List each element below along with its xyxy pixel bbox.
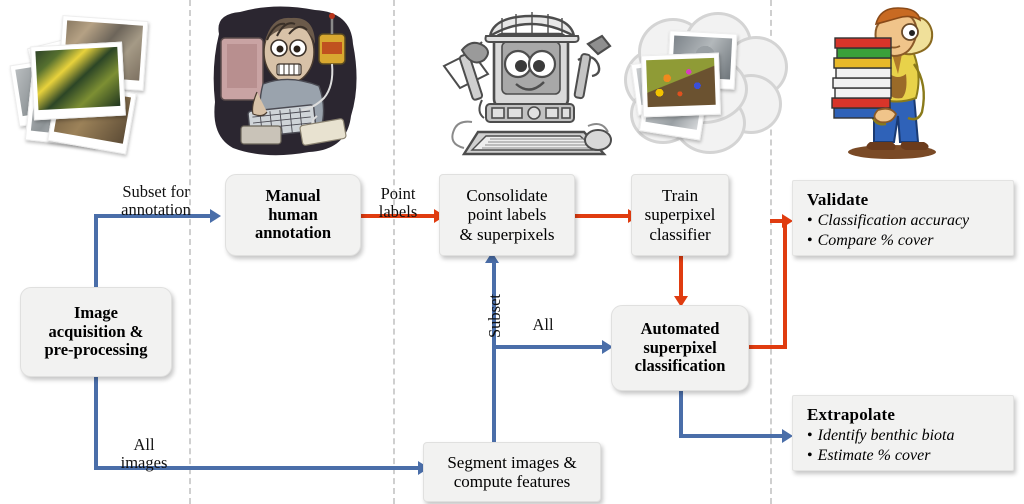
edge-label-subset-for-annotation: Subset for annotation: [100, 182, 212, 220]
box-line: Image: [73, 302, 118, 322]
box-line: compute features: [453, 472, 571, 491]
panel-title: Extrapolate: [807, 405, 896, 424]
edge-label-line: All: [133, 435, 155, 454]
panel-item: Compare % cover: [807, 231, 1003, 251]
connector-automated-to-extrapolate-h: [679, 434, 784, 438]
thought-cloud-illustration: [612, 8, 792, 158]
box-line: human: [268, 204, 318, 224]
box-manual-human-annotation[interactable]: Manual human annotation: [225, 174, 361, 256]
panel-extrapolate[interactable]: Extrapolate Identify benthic biota Estim…: [792, 395, 1014, 471]
box-line: superpixel: [644, 205, 716, 225]
classified-image-thumbnail: [640, 52, 722, 118]
edge-label-line: labels: [378, 202, 418, 222]
workflow-diagram: Subset for annotation Point labels Subse…: [0, 0, 1024, 504]
photo-stack-illustration: [9, 8, 172, 158]
box-line: & superpixels: [459, 224, 555, 244]
edge-label-all: All: [519, 315, 567, 334]
connector-automated-to-extrapolate-v: [679, 390, 683, 438]
connector-all-to-automated: [492, 345, 604, 349]
annotator-cartoon-illustration: [213, 6, 357, 156]
panel-title: Validate: [807, 190, 869, 209]
box-line: Automated: [640, 318, 720, 338]
box-segment-images[interactable]: Segment images & compute features: [423, 442, 601, 502]
connector-train-to-automated: [679, 256, 683, 298]
computer-robot-illustration: [442, 12, 612, 156]
box-line: pre-processing: [44, 340, 148, 360]
connector-consolidate-to-train: [573, 214, 630, 218]
edge-label-subset: Subset: [485, 293, 504, 338]
connector-segment-to-consolidate: [492, 262, 496, 448]
box-line: acquisition &: [48, 321, 144, 341]
stage-divider-2: [393, 0, 395, 504]
box-line: Consolidate: [466, 185, 548, 205]
connector-acquisition-down: [94, 374, 98, 468]
edge-label-line: annotation: [121, 200, 191, 220]
scientist-illustration: [831, 7, 936, 159]
panel-item: Classification accuracy: [807, 211, 1003, 231]
box-line: Manual: [265, 185, 321, 205]
panel-item: Estimate % cover: [807, 446, 1003, 466]
box-train-superpixel-classifier[interactable]: Train superpixel classifier: [631, 174, 729, 256]
edge-label-line: Point: [380, 184, 416, 203]
edge-label-line: Subset: [485, 293, 504, 338]
box-line: Train: [661, 185, 699, 205]
box-image-acquisition[interactable]: Image acquisition & pre-processing: [20, 287, 172, 377]
box-line: superpixel: [643, 337, 717, 357]
photo-thumbnail: [30, 41, 126, 121]
connector-automated-to-validate-h: [745, 345, 787, 349]
stage-divider-1: [189, 0, 191, 504]
edge-label-line: images: [120, 453, 168, 473]
edge-label-line: All: [532, 315, 554, 334]
box-line: point labels: [467, 205, 547, 225]
connector-automated-to-validate-v: [783, 219, 787, 349]
panel-item: Identify benthic biota: [807, 426, 1003, 446]
edge-label-point-labels: Point labels: [365, 184, 431, 222]
edge-label-line: Subset for: [122, 182, 190, 201]
box-line: Segment images &: [447, 452, 577, 472]
panel-validate[interactable]: Validate Classification accuracy Compare…: [792, 180, 1014, 256]
box-consolidate-point-labels[interactable]: Consolidate point labels & superpixels: [439, 174, 575, 256]
box-automated-superpixel-classification[interactable]: Automated superpixel classification: [611, 305, 749, 391]
box-line: annotation: [254, 223, 332, 243]
edge-label-all-images: All images: [108, 435, 180, 473]
box-line: classification: [634, 356, 726, 376]
box-line: classifier: [649, 224, 711, 244]
